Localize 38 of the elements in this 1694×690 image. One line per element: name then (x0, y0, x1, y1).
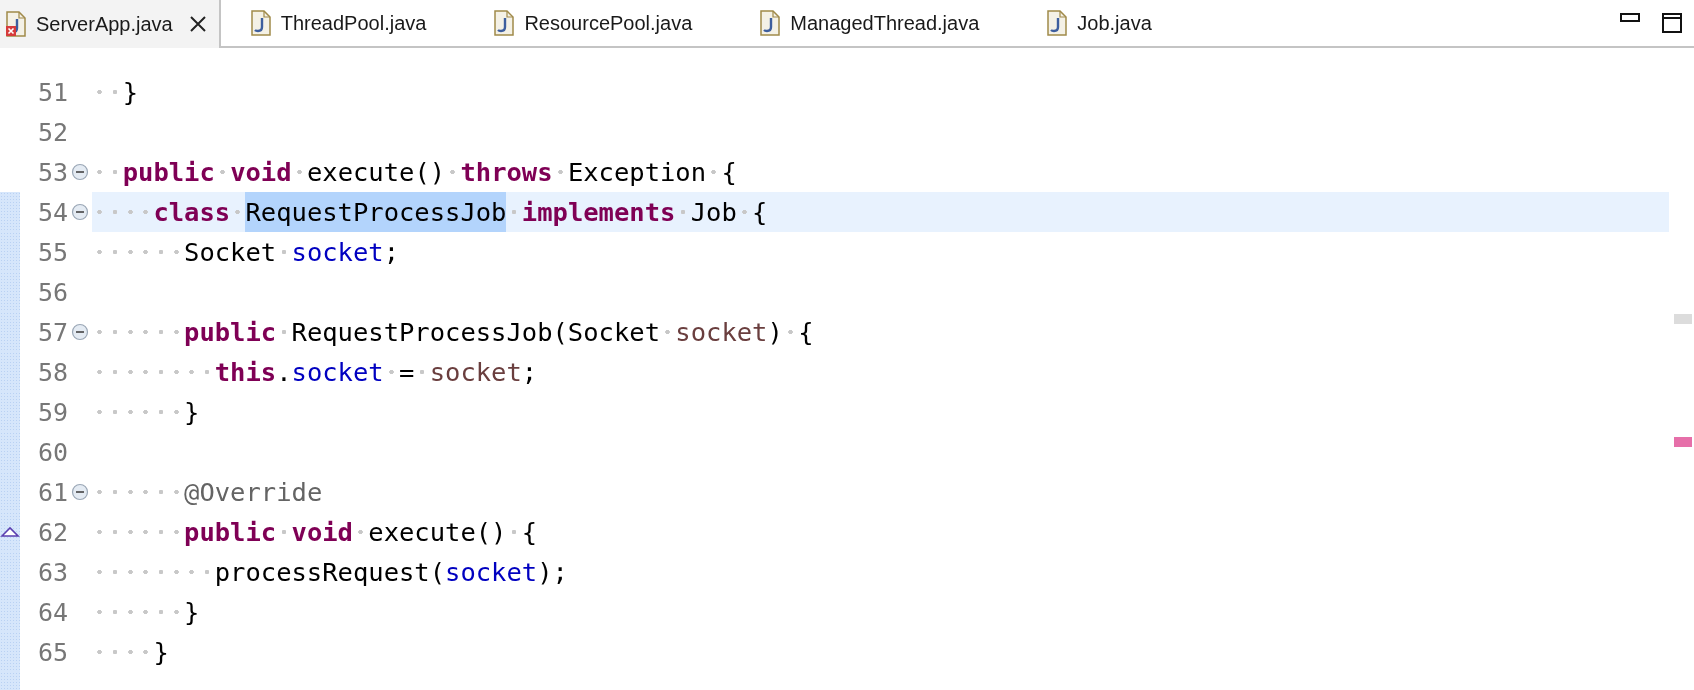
line-number: 61 (36, 477, 68, 507)
code-line: } (92, 632, 1669, 672)
fold-icon[interactable] (71, 323, 89, 341)
line-number: 51 (36, 77, 68, 107)
line-number: 52 (36, 117, 68, 147)
fold-icon[interactable] (71, 163, 89, 181)
code-line: } (92, 392, 1669, 432)
line-number: 65 (36, 637, 68, 667)
code-line: @Override (92, 472, 1669, 512)
maximize-icon[interactable] (1662, 13, 1682, 33)
line-number: 55 (36, 237, 68, 267)
code-line: this.socket = socket; (92, 352, 1669, 392)
line-number: 54 (36, 197, 68, 227)
line-number: 60 (36, 437, 68, 467)
java-file-icon (1047, 10, 1068, 36)
java-file-icon (250, 10, 271, 36)
line-number: 58 (36, 357, 68, 387)
code-line: processRequest(socket); (92, 552, 1669, 592)
code-line: Socket socket; (92, 232, 1669, 272)
line-number: 62 (36, 517, 68, 547)
java-file-icon (494, 10, 515, 36)
minimize-icon[interactable] (1620, 13, 1640, 23)
editor-tab[interactable]: ServerApp.java (0, 0, 221, 48)
close-icon[interactable] (188, 15, 207, 33)
code-line: public RequestProcessJob(Socket socket) { (92, 312, 1669, 352)
java-file-icon (760, 10, 781, 36)
code-line: public void execute() throws Exception { (92, 152, 1669, 192)
line-number: 53 (36, 157, 68, 187)
line-number: 57 (36, 317, 68, 347)
code-line: public void execute() { (92, 512, 1669, 552)
line-number: 56 (36, 277, 68, 307)
line-number: 59 (36, 397, 68, 427)
code-line: } (92, 592, 1669, 632)
line-number: 64 (36, 597, 68, 627)
fold-icon[interactable] (71, 483, 89, 501)
fold-icon[interactable] (71, 203, 89, 221)
line-number: 63 (36, 557, 68, 587)
code-line: } (92, 72, 1669, 112)
